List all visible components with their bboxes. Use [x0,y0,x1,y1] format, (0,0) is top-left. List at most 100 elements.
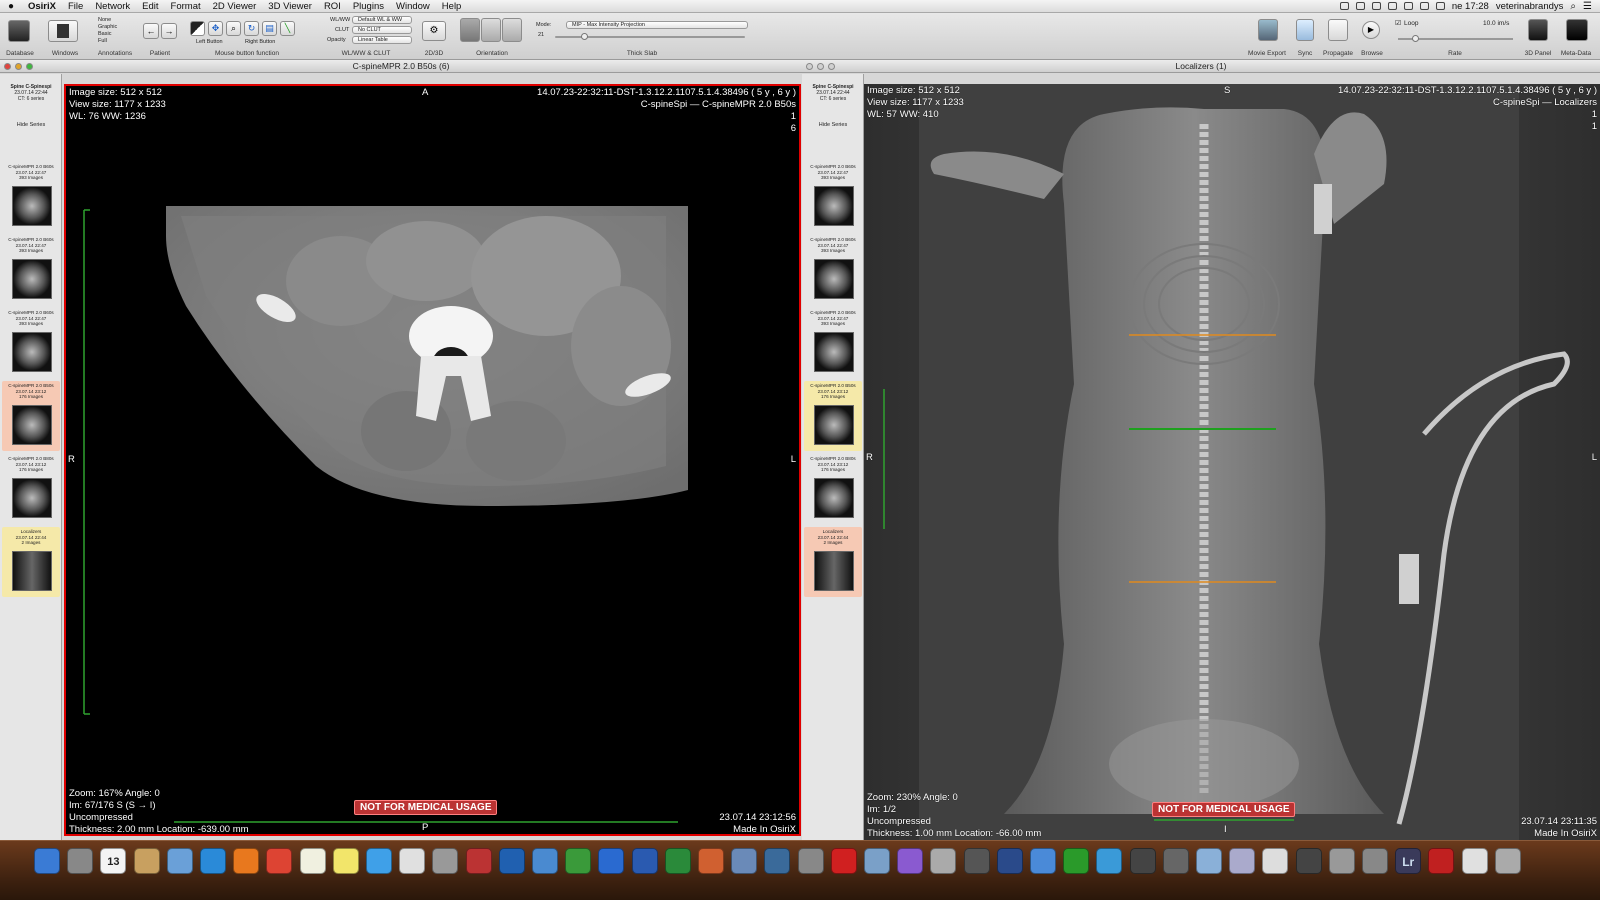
bluetooth-icon[interactable] [1371,2,1381,10]
hide-series-button[interactable]: Hide Series [802,122,864,128]
mouse-right-option[interactable]: Right Button [245,39,275,45]
dock-trash-icon[interactable] [1494,848,1521,874]
dock-imovie-icon[interactable] [930,848,957,874]
series-thumbnail[interactable]: C-spineMPR 2.0 B50s 23.07.14 23:12 176 Ima… [804,381,862,451]
database-button[interactable] [8,20,30,42]
dock-fcp-icon[interactable] [1129,848,1156,874]
patient-prev-button[interactable]: ← [143,23,159,39]
metadata-button[interactable] [1566,19,1588,41]
wifi-icon[interactable] [1419,2,1429,10]
skype-status-icon[interactable] [1339,2,1349,10]
dock-firefox-icon[interactable] [233,848,260,874]
mouse-left-option[interactable]: Left Button [196,39,223,45]
series-thumbnail[interactable]: C-spineMPR 2.0 B80s 23.07.14 23:12 176 Ima… [804,454,862,524]
zoom-tool-button[interactable]: ⌕ [226,21,241,36]
annotation-none[interactable]: None [98,17,111,23]
right-window-titlebar[interactable]: Localizers (1) [802,60,1600,73]
menubar-clock[interactable]: ne 17:28 [1452,1,1489,12]
left-window-titlebar[interactable]: C-spineMPR 2.0 B50s (6) [0,60,802,73]
annotation-full[interactable]: Full [98,38,107,44]
annotation-basic[interactable]: Basic [98,31,111,37]
spotlight-icon[interactable]: ⌕ [1570,1,1576,12]
dock-globe-icon[interactable] [498,848,525,874]
menu-plugins[interactable]: Plugins [347,1,390,12]
series-thumbnail[interactable]: C-spineMPR 2.0 B60s 23.07.14 22:47 393 Ima… [2,308,60,378]
flag-icon[interactable] [1403,2,1413,10]
3d-panel-button[interactable] [1528,19,1548,41]
dock-aperture-icon[interactable] [963,848,990,874]
rotate-tool-button[interactable]: ↻ [244,21,259,36]
series-thumbnail[interactable]: C-spineMPR 2.0 B60s 23.07.14 22:47 393 Ima… [804,308,862,378]
dock-pages-icon[interactable] [399,848,426,874]
dock-stickies-icon[interactable] [332,848,359,874]
propagate-button[interactable] [1328,19,1348,41]
apple-menu-icon[interactable]: ● [0,1,22,12]
movie-export-button[interactable] [1258,19,1278,41]
mode-select[interactable]: MIP - Max Intensity Projection [566,21,748,29]
hide-series-button[interactable]: Hide Series [0,122,62,128]
series-thumbnail[interactable]: C-spineMPR 2.0 B80s 23.07.14 23:12 176 Ima… [2,454,60,524]
slab-slider[interactable] [555,33,745,40]
rate-slider[interactable] [1398,35,1513,42]
series-thumbnail[interactable]: C-spineMPR 2.0 B60s 23.07.14 22:47 393 Ima… [804,162,862,232]
dock-timemachine-icon[interactable] [1295,848,1322,874]
minimize-window-icon[interactable] [817,63,824,70]
series-thumbnail[interactable]: Localizers 23.07.14 22:44 2 Images [804,527,862,597]
scroll-tool-button[interactable]: ▤ [262,21,277,36]
dock-osirix-icon[interactable] [1162,848,1189,874]
clut-select[interactable]: No CLUT [352,26,412,34]
dock-chrome-icon[interactable] [266,848,293,874]
opacity-select[interactable]: Linear Table [352,36,412,44]
menu-help[interactable]: Help [436,1,468,12]
time-machine-icon[interactable] [1355,2,1365,10]
rate-slider-thumb[interactable] [1412,35,1419,42]
dock-finder-icon[interactable] [34,848,60,874]
left-image-viewport[interactable]: Image size: 512 x 512 View size: 1177 x … [64,84,801,836]
length-tool-button[interactable]: ╲ [280,21,295,36]
dock-utility-icon[interactable] [1328,848,1355,874]
dock-messages-icon[interactable] [366,848,392,874]
dock-folder-icon[interactable] [1196,848,1222,874]
dock-xcode-icon[interactable] [532,848,558,874]
orientation-coronal-button[interactable] [481,18,501,42]
battery-icon[interactable] [1435,2,1445,10]
menu-roi[interactable]: ROI [318,1,347,12]
dock-quicktime-icon[interactable] [996,848,1023,874]
wlww-select[interactable]: Default WL & WW [352,16,412,24]
series-thumbnail[interactable]: C-spineMPR 2.0 B60s 23.07.14 22:47 393 Ima… [2,162,60,232]
menubar-user[interactable]: veterinabrandys [1496,1,1564,12]
close-window-icon[interactable] [4,63,11,70]
dock-numbers-icon[interactable] [565,848,592,874]
dock-preferences-icon[interactable] [1362,848,1388,874]
patient-next-button[interactable]: → [161,23,177,39]
volume-icon[interactable] [1387,2,1397,10]
dock-camera-icon[interactable] [797,848,824,874]
dock-acrobat2-icon[interactable] [1428,848,1455,874]
dock-iphoto-icon[interactable] [764,848,791,874]
annotation-graphic[interactable]: Graphic [98,24,117,30]
move-tool-button[interactable]: ✥ [208,21,223,36]
zoom-window-icon[interactable] [828,63,835,70]
dock-dictionary-icon[interactable] [465,848,492,874]
dock-powerpoint-icon[interactable] [698,848,724,874]
menu-window[interactable]: Window [390,1,436,12]
dock-itunes-icon[interactable] [897,848,924,874]
series-thumbnail[interactable]: C-spineMPR 2.0 B50s 23.07.14 23:12 176 Ima… [2,381,60,451]
dock-excel-icon[interactable] [664,848,691,874]
windows-button[interactable] [48,20,78,42]
wl-tool-button[interactable] [190,21,205,36]
play-button[interactable]: ▶ [1362,21,1380,39]
series-thumbnail[interactable]: C-spineMPR 2.0 B60s 23.07.14 22:47 393 Ima… [2,235,60,305]
slab-slider-thumb[interactable] [581,33,588,40]
dock-textedit-icon[interactable] [299,848,326,874]
dock-photos-icon[interactable] [731,848,758,874]
orientation-axial-button[interactable] [460,18,480,42]
menu-format[interactable]: Format [165,1,207,12]
right-image-viewport[interactable]: Image size: 512 x 512 View size: 1177 x … [864,84,1600,840]
dock-home-icon[interactable] [1262,848,1289,874]
minimize-window-icon[interactable] [15,63,22,70]
series-thumbnail[interactable]: C-spineMPR 2.0 B60s 23.07.14 22:47 393 Ima… [804,235,862,305]
2d3d-button[interactable]: ⚙ [422,21,446,41]
dock-contacts-icon[interactable] [133,848,160,874]
dock-finder2-icon[interactable] [1229,848,1256,874]
